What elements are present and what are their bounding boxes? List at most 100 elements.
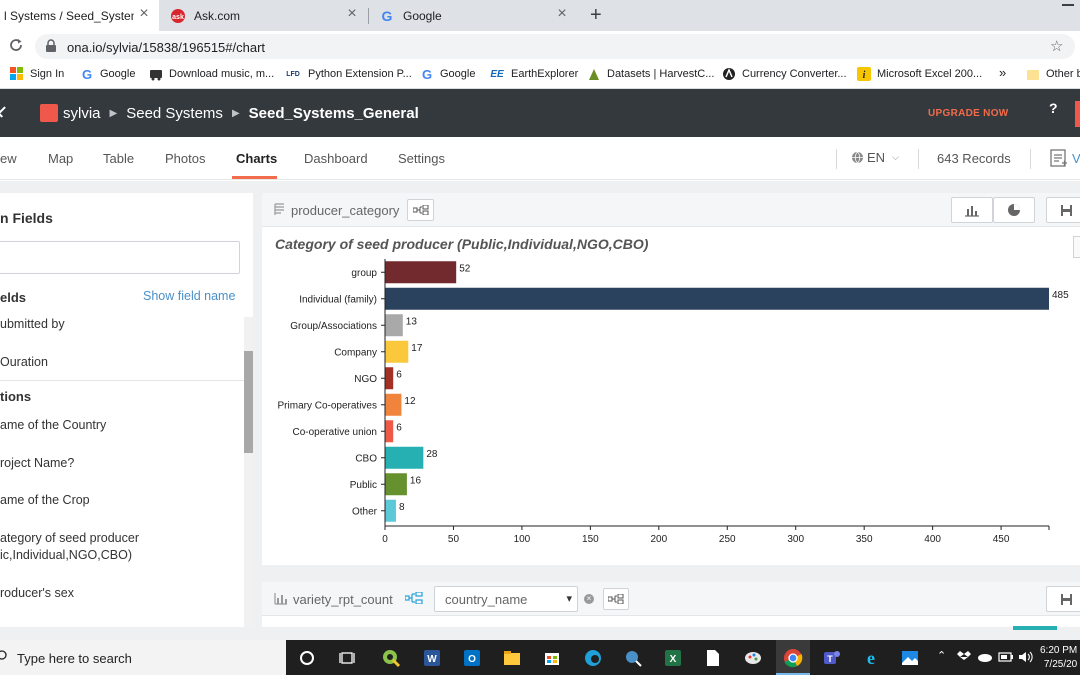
clear-icon[interactable]: ×	[584, 594, 594, 604]
group-by-select[interactable]: country_name ▾	[434, 586, 578, 612]
svg-text:T: T	[827, 654, 833, 664]
tab-dashboard[interactable]: Dashboard	[304, 151, 368, 166]
task-view-icon[interactable]	[338, 648, 358, 668]
minimize-icon[interactable]	[1062, 4, 1074, 14]
edge-icon[interactable]	[583, 648, 603, 668]
bookmark-earthexplorer[interactable]: EE EarthExplorer	[489, 67, 578, 81]
breadcrumb-user[interactable]: sylvia	[63, 105, 101, 122]
field-search-input[interactable]	[0, 241, 240, 274]
store-icon[interactable]	[542, 648, 562, 668]
back-chevron-icon[interactable]	[0, 106, 9, 118]
photos-icon[interactable]	[900, 648, 920, 668]
field-item[interactable]: ame of the Country	[0, 418, 106, 432]
upgrade-now-link[interactable]: UPGRADE NOW	[928, 108, 1009, 119]
browser-tab-google[interactable]: G Google ×	[369, 0, 577, 31]
tab-overview[interactable]: ew	[0, 151, 17, 166]
bookmark-google[interactable]: G Google	[80, 67, 136, 82]
taskbar-search-placeholder: Type here to search	[17, 651, 132, 666]
bookmark-python-extension[interactable]: LFD Python Extension P...	[284, 67, 412, 81]
bookmark-label: Sign In	[30, 68, 65, 80]
browser-tab-ask[interactable]: ask Ask.com ×	[160, 0, 367, 31]
group-by-button[interactable]	[603, 588, 629, 610]
bookmark-google-2[interactable]: G Google	[420, 67, 476, 82]
y-tick-label: Other	[352, 506, 378, 517]
breadcrumb: sylvia ▶ Seed Systems ▶ Seed_Systems_Gen…	[40, 104, 419, 122]
magnifier-app-icon[interactable]	[623, 648, 643, 668]
bookmark-sign-in[interactable]: Sign In	[10, 67, 64, 81]
save-chart-button[interactable]	[1046, 586, 1080, 612]
new-tab-icon[interactable]: +	[590, 4, 602, 27]
bar-cbo[interactable]	[385, 446, 424, 469]
field-item-selected[interactable]: ategory of seed producer	[0, 531, 139, 545]
field-item[interactable]: roducer's sex	[0, 586, 74, 600]
sidebar-scrollbar-thumb[interactable]	[244, 351, 253, 453]
teams-icon[interactable]: T	[821, 648, 841, 668]
group-by-icon	[608, 594, 624, 604]
bookmark-label: EarthExplorer	[511, 68, 579, 80]
help-icon[interactable]: ?	[1049, 100, 1058, 116]
svg-text:e: e	[867, 648, 875, 668]
qgis-icon[interactable]	[381, 648, 401, 668]
reload-icon[interactable]	[8, 37, 24, 53]
browser-tab-ona[interactable]: l Systems / Seed_Systems_Ge ×	[0, 0, 159, 31]
bar-group-associations[interactable]	[385, 314, 403, 337]
excel-icon[interactable]: X	[663, 648, 683, 668]
bookmark-microsoft-excel[interactable]: i Microsoft Excel 200...	[857, 67, 982, 81]
outlook-icon[interactable]: O	[462, 648, 482, 668]
sidebar-section-questions: tions	[0, 389, 32, 404]
bar-individual-family-[interactable]	[385, 287, 1049, 310]
bar-value-label: 6	[396, 422, 402, 433]
tab-map[interactable]: Map	[48, 151, 73, 166]
close-tab-icon[interactable]: ×	[555, 6, 569, 22]
tab-photos[interactable]: Photos	[165, 151, 205, 166]
language-selector[interactable]: EN ⌵	[851, 150, 899, 165]
omnibox[interactable]: ona.io/sylvia/15838/196515#/chart ☆	[35, 34, 1075, 59]
bar-primary-co-operatives[interactable]	[385, 393, 402, 416]
word-icon[interactable]: W	[422, 648, 442, 668]
chrome-taskbar-button[interactable]	[776, 640, 810, 675]
tab-table[interactable]: Table	[103, 151, 134, 166]
bookmark-harvestchoice[interactable]: Datasets | HarvestC...	[587, 67, 714, 81]
y-tick-label: Group/Associations	[290, 321, 377, 332]
group-by-icon[interactable]	[405, 592, 423, 604]
cortana-icon[interactable]	[297, 648, 317, 668]
bookmark-currency-converter[interactable]: Currency Converter...	[722, 67, 847, 81]
bar-company[interactable]	[385, 340, 409, 363]
bookmarks-more-icon[interactable]: »	[999, 65, 1006, 80]
bar-group[interactable]	[385, 261, 457, 284]
chevron-up-icon[interactable]: ⌃	[937, 649, 946, 662]
paint-icon[interactable]	[743, 648, 763, 668]
dropbox-icon[interactable]	[957, 651, 971, 663]
field-item[interactable]: Ouration	[0, 355, 48, 369]
bar-co-operative-union[interactable]	[385, 420, 394, 443]
bar-ngo[interactable]	[385, 367, 394, 390]
bookmark-download-music[interactable]: Download music, m...	[149, 67, 274, 81]
browser-tab-strip: l Systems / Seed_Systems_Ge × ask Ask.co…	[0, 0, 1080, 31]
close-tab-icon[interactable]: ×	[137, 6, 151, 22]
volume-icon[interactable]	[1018, 650, 1034, 664]
x-tick-label: 200	[650, 534, 667, 545]
close-tab-icon[interactable]: ×	[345, 6, 359, 22]
header-action-button[interactable]	[1075, 101, 1080, 127]
bar-public[interactable]	[385, 473, 407, 496]
view-submissions-button[interactable]: V	[1050, 149, 1080, 167]
system-clock[interactable]: 6:20 PM 7/25/20	[1040, 644, 1077, 672]
taskbar-search[interactable]: Type here to search	[0, 640, 286, 675]
field-item[interactable]: roject Name?	[0, 456, 74, 470]
tab-charts[interactable]: Charts	[236, 151, 277, 166]
show-field-name-link[interactable]: Show field name	[143, 289, 235, 303]
bar-value-label: 17	[411, 343, 423, 354]
tab-settings[interactable]: Settings	[398, 151, 445, 166]
bar-other[interactable]	[385, 499, 396, 522]
internet-explorer-icon[interactable]: e	[861, 648, 881, 668]
document-icon[interactable]	[703, 648, 723, 668]
field-item[interactable]: ubmitted by	[0, 317, 65, 331]
bookmark-star-icon[interactable]: ☆	[1050, 37, 1063, 55]
breadcrumb-project[interactable]: Seed Systems	[126, 105, 223, 122]
field-item[interactable]: ame of the Crop	[0, 493, 90, 507]
chart-card-header: variety_rpt_count country_name ▾ ×	[262, 582, 1080, 616]
file-explorer-icon[interactable]	[502, 648, 522, 668]
onedrive-icon[interactable]	[977, 651, 993, 663]
battery-icon[interactable]	[998, 651, 1014, 663]
bookmark-other[interactable]: Other b	[1026, 67, 1080, 81]
